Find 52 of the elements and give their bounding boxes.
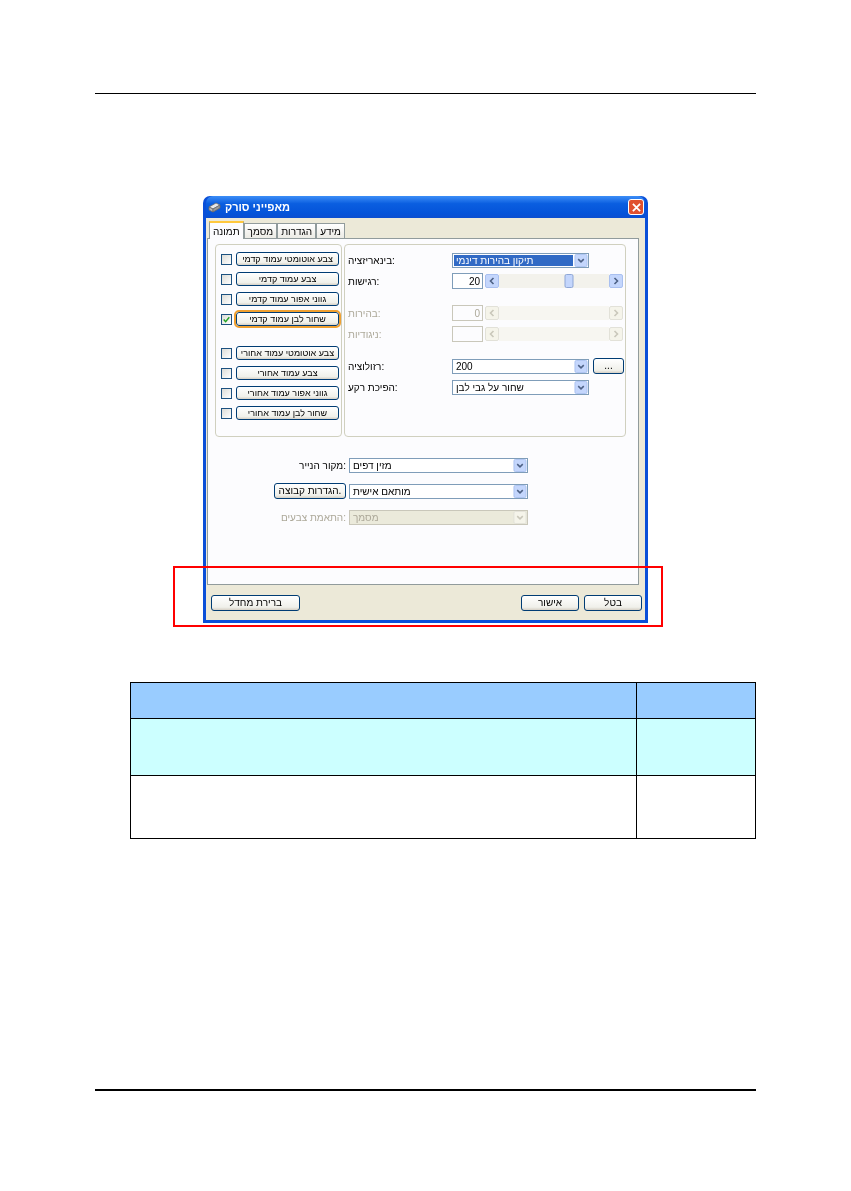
tab[interactable]: הגדרות (277, 223, 317, 238)
button[interactable]: ברירת מחדל (211, 594, 300, 611)
field-label: התאמת צבעים: (280, 510, 346, 525)
button[interactable]: אישור (521, 594, 579, 611)
image-type-button[interactable]: צבע עמוד אחורי (236, 366, 339, 380)
dropdown-field[interactable]: שחור על גבי לבן (452, 379, 589, 395)
checkbox[interactable] (221, 387, 232, 399)
tab[interactable]: תמונה (209, 221, 244, 239)
dropdown-field[interactable]: 200 (452, 358, 589, 374)
checkbox[interactable] (221, 313, 232, 325)
chevron-down-icon[interactable] (513, 484, 527, 498)
close-button[interactable] (628, 199, 644, 215)
checkbox[interactable] (221, 293, 232, 305)
slider-thumb[interactable] (564, 274, 574, 288)
button[interactable]: הגדרות קבוצה. (274, 483, 346, 499)
checkbox[interactable] (221, 273, 232, 285)
scanner-icon (207, 200, 221, 214)
checkbox[interactable] (221, 347, 232, 359)
setting-label: הפיכת רקע: (348, 380, 399, 395)
setting-label: בהירות: (348, 306, 382, 321)
value-field[interactable]: 20 (452, 273, 483, 289)
window-title: מאפייני סורק (225, 199, 290, 215)
checkbox[interactable] (221, 407, 232, 419)
check-icon (223, 315, 230, 323)
tab[interactable]: מסמך (243, 223, 278, 238)
button[interactable]: בטל (584, 594, 642, 611)
chevron-right-icon[interactable] (609, 274, 623, 288)
setting-label: בינאריזציה: (348, 253, 396, 268)
image-type-button[interactable]: צבע עמוד קדמי (236, 272, 339, 286)
image-type-button[interactable]: צבע אוטומטי עמוד קדמי (236, 252, 339, 266)
chevron-left-icon[interactable] (485, 274, 499, 288)
image-type-button[interactable]: צבע אוטומטי עמוד אחורי (236, 346, 339, 360)
dropdown-field[interactable]: מזין דפים (349, 457, 528, 473)
tab[interactable]: מידע (316, 223, 345, 238)
chevron-down-icon[interactable] (513, 458, 527, 472)
image-type-button[interactable]: שחור לבן עמוד קדמי (236, 312, 339, 326)
chevron-down-icon[interactable] (574, 359, 588, 373)
dropdown-field[interactable]: מותאם אישית (349, 483, 528, 499)
checkbox[interactable] (221, 367, 232, 379)
close-icon (631, 202, 641, 212)
image-type-button[interactable]: גווני אפור עמוד אחורי (236, 386, 339, 400)
field-label: מקור הנייר: (299, 458, 346, 473)
setting-label: רגישות: (348, 274, 381, 289)
image-type-button[interactable]: שחור לבן עמוד אחורי (236, 406, 339, 420)
setting-label: רזולוציה: (348, 359, 386, 374)
chevron-down-icon[interactable] (574, 380, 588, 394)
checkbox[interactable] (221, 253, 232, 265)
image-type-button[interactable]: גווני אפור עמוד קדמי (236, 292, 339, 306)
button[interactable]: ... (593, 358, 624, 374)
dropdown-field[interactable]: תיקון בהירות דינמי (452, 252, 589, 268)
setting-label: ניגודיות: (348, 327, 383, 342)
chevron-down-icon[interactable] (574, 253, 588, 267)
